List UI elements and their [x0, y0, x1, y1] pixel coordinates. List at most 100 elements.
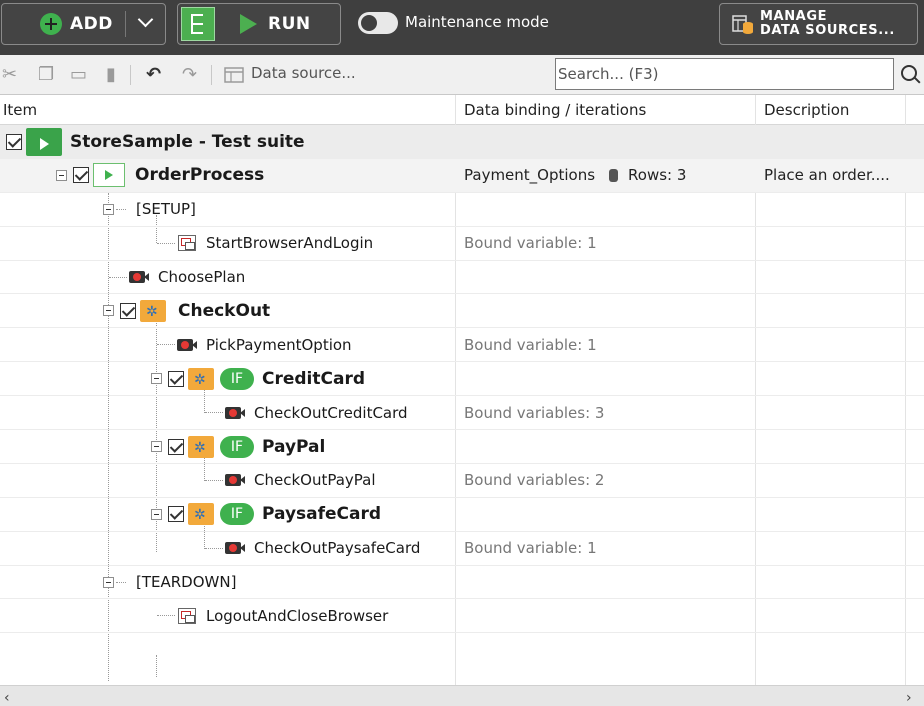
- manage-data-sources-button[interactable]: MANAGE DATA SOURCES...: [719, 3, 918, 45]
- smart-folder-icon: ✲: [140, 299, 166, 322]
- tree-connector: [157, 615, 175, 617]
- scroll-right-icon[interactable]: ›: [906, 690, 912, 706]
- collapse-icon[interactable]: [103, 305, 114, 317]
- paste-icon[interactable]: ▭: [70, 66, 87, 84]
- add-button-label: ADD: [70, 14, 113, 34]
- recording-icon: [129, 271, 149, 284]
- add-button[interactable]: ADD: [1, 3, 166, 45]
- tree-connector: [157, 344, 175, 346]
- item-name: OrderProcess: [135, 165, 265, 186]
- tree-row-checkout[interactable]: ✲ CheckOut: [0, 294, 924, 329]
- collapse-icon[interactable]: [151, 373, 162, 385]
- checkbox[interactable]: [168, 438, 184, 455]
- tree-row-orderprocess[interactable]: OrderProcess Payment_Options Rows: 3 Pla…: [0, 158, 924, 193]
- run-button-label: RUN: [268, 14, 311, 34]
- if-condition-badge: IF: [220, 503, 254, 526]
- cut-icon[interactable]: ✂: [2, 66, 17, 84]
- collapse-icon[interactable]: [151, 441, 162, 453]
- smart-folder-icon: ✲: [188, 503, 214, 526]
- run-button[interactable]: RUN: [177, 3, 341, 45]
- test-tree-grid: Item Data binding / iterations Descripti…: [0, 95, 924, 685]
- item-cell: StoreSample - Test suite: [0, 125, 455, 158]
- item-name: [TEARDOWN]: [136, 573, 237, 592]
- collapse-icon[interactable]: [151, 508, 162, 520]
- manage-label-line1: MANAGE: [760, 9, 828, 24]
- item-cell: [TEARDOWN]: [0, 566, 455, 599]
- search-input[interactable]: [555, 58, 894, 90]
- tree-row-setup[interactable]: [SETUP]: [0, 193, 924, 227]
- column-header-binding[interactable]: Data binding / iterations: [464, 101, 646, 119]
- manage-label-line2: DATA SOURCES...: [760, 23, 895, 38]
- item-name: PaysafeCard: [262, 504, 382, 525]
- item-name: CreditCard: [262, 368, 366, 389]
- tree-row-teardown[interactable]: [TEARDOWN]: [0, 566, 924, 600]
- tree-connector: [116, 208, 126, 210]
- checkbox[interactable]: [120, 302, 136, 319]
- redo-icon[interactable]: ↷: [182, 66, 197, 84]
- tree-row-chooseplan[interactable]: ChoosePlan: [0, 261, 924, 295]
- recording-icon: [225, 406, 245, 419]
- checkbox[interactable]: [168, 506, 184, 523]
- collapse-icon[interactable]: [56, 169, 67, 181]
- manage-label: MANAGE DATA SOURCES...: [760, 10, 895, 38]
- tree-connector: [205, 547, 223, 549]
- data-source-button[interactable]: Data source...: [251, 64, 356, 82]
- tree-row-checkoutpaypal[interactable]: CheckOutPayPal Bound variables: 2: [0, 464, 924, 498]
- checkbox[interactable]: [6, 133, 22, 150]
- item-cell: ✲ CheckOut: [0, 294, 455, 327]
- column-header-item[interactable]: Item: [3, 101, 37, 119]
- tree-row-paysafecard[interactable]: ✲ IF PaysafeCard: [0, 498, 924, 532]
- run-tree-icon[interactable]: [181, 7, 215, 41]
- grid-header: Item Data binding / iterations Descripti…: [0, 95, 924, 125]
- search-icon[interactable]: [901, 65, 917, 81]
- tree-connector: [109, 276, 127, 278]
- tree-connector: [157, 242, 175, 244]
- binding-cell: Payment_Options Rows: 3: [456, 159, 755, 192]
- column-header-description[interactable]: Description: [764, 101, 849, 119]
- suite-folder-icon: [26, 127, 62, 156]
- collapse-icon[interactable]: [103, 576, 114, 588]
- item-cell: PickPaymentOption: [0, 328, 455, 361]
- data-source-icon[interactable]: [224, 67, 244, 83]
- item-cell: CheckOutPaysafeCard: [0, 532, 455, 565]
- toolbar-separator: [130, 65, 131, 85]
- scroll-left-icon[interactable]: ‹: [4, 690, 10, 706]
- item-name: ChoosePlan: [158, 268, 246, 287]
- delete-icon[interactable]: ▮: [106, 66, 116, 84]
- checkbox[interactable]: [73, 167, 89, 184]
- binding-cell: Bound variable: 1: [464, 234, 597, 253]
- item-name: CheckOutPayPal: [254, 471, 376, 490]
- checkbox[interactable]: [168, 370, 184, 387]
- item-cell: ✲ IF PaysafeCard: [0, 498, 455, 531]
- maintenance-toggle[interactable]: [358, 12, 398, 34]
- binding-cell: Bound variables: 3: [464, 403, 605, 422]
- tree-row-pickpaymentoption[interactable]: PickPaymentOption Bound variable: 1: [0, 328, 924, 363]
- if-condition-badge: IF: [220, 435, 254, 458]
- toolbar-separator: [211, 65, 212, 85]
- copy-icon[interactable]: ❐: [38, 66, 54, 84]
- binding-cell: [456, 125, 755, 158]
- binding-cell: Bound variable: 1: [464, 539, 597, 558]
- module-icon: [178, 607, 196, 624]
- tree-row-logoutandclosebrowser[interactable]: LogoutAndCloseBrowser: [0, 599, 924, 634]
- item-name: CheckOutPaysafeCard: [254, 539, 421, 558]
- undo-icon[interactable]: ↶: [146, 66, 161, 84]
- collapse-icon[interactable]: [103, 203, 114, 215]
- description-cell: Place an order....: [764, 166, 890, 185]
- binding-cell: Bound variable: 1: [464, 335, 597, 354]
- plus-icon: [40, 13, 62, 35]
- horizontal-scrollbar[interactable]: ‹ ›: [0, 685, 924, 706]
- tree-row-paypal[interactable]: ✲ IF PayPal: [0, 430, 924, 464]
- tree-row-suite[interactable]: StoreSample - Test suite: [0, 125, 924, 159]
- tree-row-creditcard[interactable]: ✲ IF CreditCard: [0, 362, 924, 397]
- maintenance-label: Maintenance mode: [405, 13, 549, 31]
- tree-row-checkoutcreditcard[interactable]: CheckOutCreditCard Bound variables: 3: [0, 396, 924, 431]
- chevron-down-icon[interactable]: [137, 11, 154, 28]
- tree-row-startbrowserandlogin[interactable]: StartBrowserAndLogin Bound variable: 1: [0, 227, 924, 261]
- add-separator: [125, 11, 126, 37]
- item-name: PickPaymentOption: [206, 335, 352, 354]
- database-icon: [609, 168, 619, 182]
- tree-row-checkoutpaysafecard[interactable]: CheckOutPaysafeCard Bound variable: 1: [0, 532, 924, 566]
- item-cell: StartBrowserAndLogin: [0, 227, 455, 260]
- item-name: CheckOut: [178, 300, 271, 321]
